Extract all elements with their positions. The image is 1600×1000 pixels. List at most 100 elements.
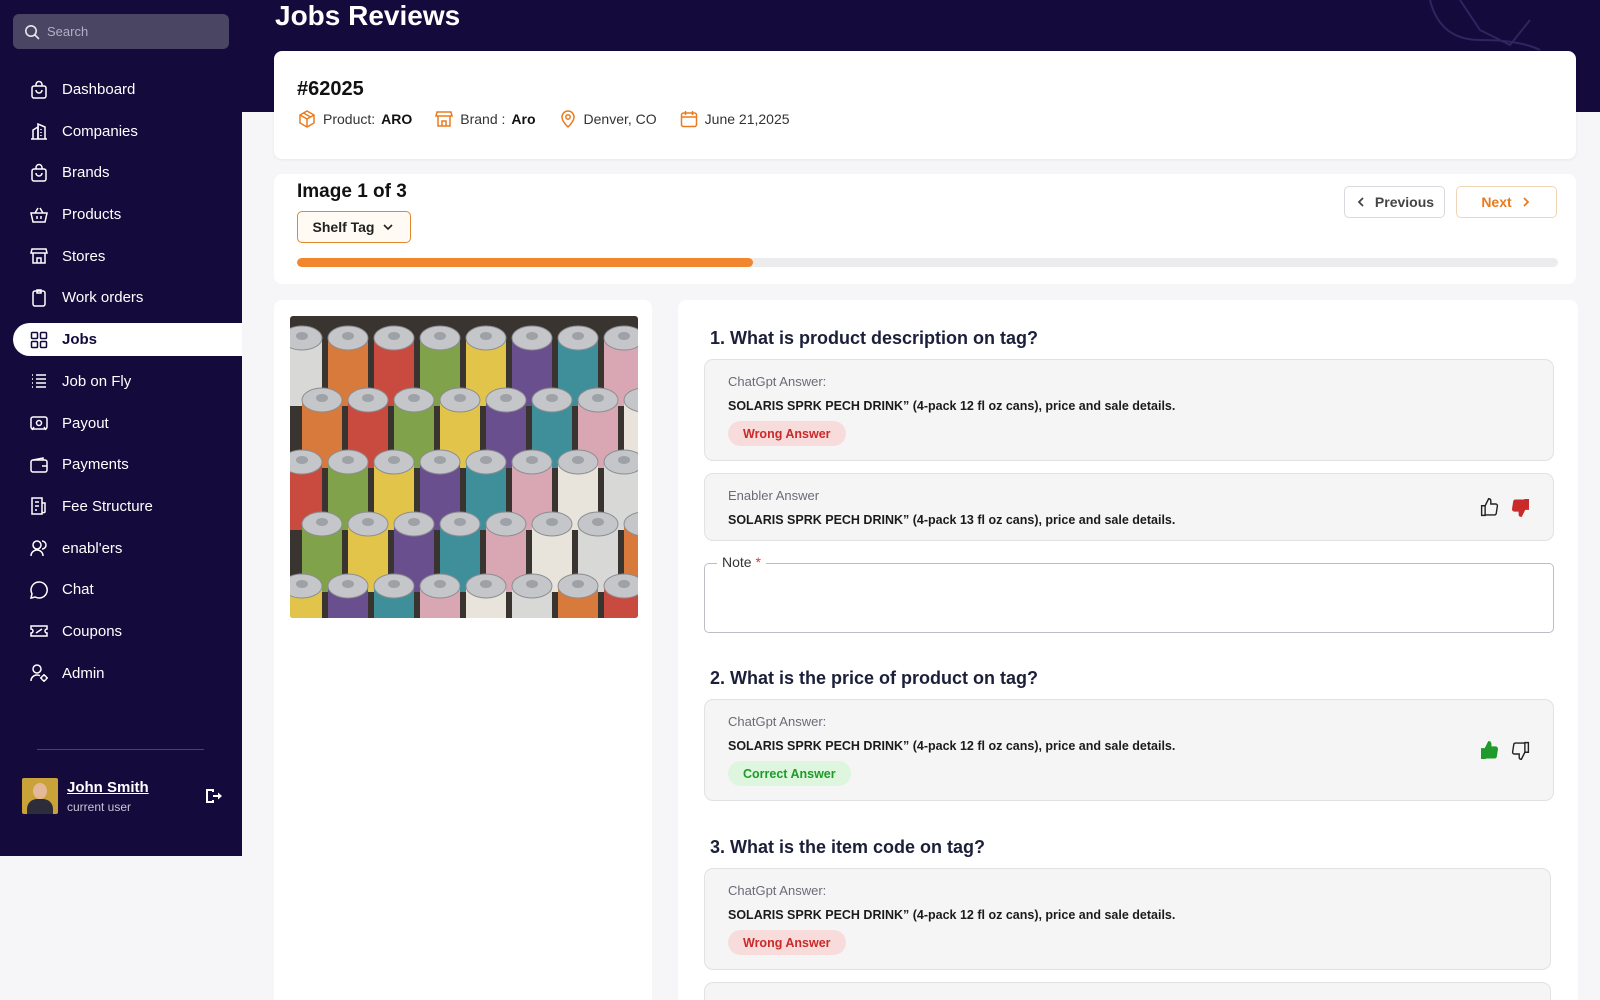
sidebar-item-job-on-fly[interactable]: Job on Fly: [0, 365, 242, 398]
sidebar-item-enablers[interactable]: enabl'ers: [0, 532, 242, 565]
search-box[interactable]: [13, 14, 229, 49]
thumbs-down-icon[interactable]: [1510, 740, 1531, 761]
payout-icon: [29, 413, 49, 433]
brand-meta: Brand : Aro: [434, 109, 536, 129]
chatgpt-answer-label: ChatGpt Answer:: [728, 374, 827, 389]
chatgpt-answer-text: SOLARIS SPRK PECH DRINK” (4-pack 12 fl o…: [728, 739, 1176, 753]
job-id: #62025: [297, 78, 364, 100]
image-count: Image 1 of 3: [297, 181, 407, 202]
note-field[interactable]: Note *: [704, 554, 1554, 633]
next-label: Next: [1481, 194, 1512, 210]
chatgpt-answer-text: SOLARIS SPRK PECH DRINK” (4-pack 12 fl o…: [728, 908, 1176, 922]
sidebar-item-label: Work orders: [62, 289, 144, 307]
question-title: 1. What is product description on tag?: [710, 328, 1039, 348]
coupon-icon: [29, 621, 49, 641]
chevron-left-icon: [1357, 197, 1364, 207]
question-title: 2. What is the price of product on tag?: [710, 668, 1039, 688]
dropdown-value: Shelf Tag: [312, 219, 375, 235]
enabler-answer-text: SOLARIS SPRK PECH DRINK” (4-pack 13 fl o…: [728, 513, 1176, 527]
enabler-answer-box: [704, 982, 1551, 1000]
calendar-icon: [680, 111, 697, 128]
sidebar-item-chat[interactable]: Chat: [0, 573, 242, 606]
list-icon: [29, 371, 49, 391]
sidebar-item-dashboard[interactable]: Dashboard: [0, 73, 242, 106]
bag-icon: [29, 80, 49, 100]
admin-icon: [29, 663, 49, 683]
sidebar-item-label: Jobs: [62, 331, 98, 349]
product-label: Product:: [323, 111, 376, 127]
note-input[interactable]: [715, 578, 1540, 623]
logout-icon[interactable]: [204, 787, 222, 805]
location-text: Denver, CO: [583, 111, 657, 127]
location-meta: Denver, CO: [558, 109, 657, 129]
sidebar-nav: Dashboard Companies Brands Products Stor…: [0, 73, 242, 698]
previous-label: Previous: [1374, 194, 1435, 210]
sidebar-item-brands[interactable]: Brands: [0, 156, 242, 189]
product-photo[interactable]: [290, 316, 638, 618]
box-icon: [299, 110, 315, 128]
enabler-answer-box: Enabler Answer SOLARIS SPRK PECH DRINK” …: [704, 473, 1554, 541]
chatgpt-answer-label: ChatGpt Answer:: [728, 883, 827, 898]
job-meta: Product: ARO Brand : Aro Denver, CO June…: [297, 109, 812, 129]
chatgpt-answer-text: SOLARIS SPRK PECH DRINK” (4-pack 12 fl o…: [728, 399, 1176, 413]
chevron-right-icon: [1523, 197, 1529, 207]
chat-icon: [29, 580, 49, 600]
sidebar-item-label: Fee Structure: [62, 497, 153, 515]
building-icon: [29, 121, 49, 141]
sidebar-item-label: Job on Fly: [62, 372, 132, 390]
location-pin-icon: [560, 110, 575, 129]
date-meta: June 21,2025: [679, 109, 790, 129]
note-label: Note *: [717, 554, 766, 570]
sidebar-item-payments[interactable]: Payments: [0, 448, 242, 481]
date-text: June 21,2025: [704, 111, 790, 127]
sidebar-item-admin[interactable]: Admin: [0, 657, 242, 690]
chatgpt-answer-box: ChatGpt Answer: SOLARIS SPRK PECH DRINK”…: [704, 359, 1554, 461]
thumbs-up-icon[interactable]: [1479, 740, 1500, 761]
sidebar-divider: [37, 749, 204, 750]
sidebar-item-coupons[interactable]: Coupons: [0, 615, 242, 648]
sidebar-item-label: Companies: [62, 122, 138, 140]
sidebar-item-label: Payments: [62, 456, 129, 474]
user-name[interactable]: John Smith: [67, 779, 149, 796]
sidebar-item-label: Stores: [62, 247, 106, 265]
product-value: ARO: [381, 111, 413, 127]
previous-button[interactable]: Previous: [1344, 186, 1445, 218]
basket-icon: [29, 205, 49, 225]
wrong-answer-badge: Wrong Answer: [728, 930, 846, 955]
sidebar-item-stores[interactable]: Stores: [0, 240, 242, 273]
vote-buttons: [1469, 497, 1531, 518]
brand-label: Brand :: [460, 111, 506, 127]
sidebar-item-label: Products: [62, 206, 122, 224]
question-title: 3. What is the item code on tag?: [710, 837, 986, 857]
sidebar-item-label: enabl'ers: [62, 539, 123, 557]
clipboard-icon: [29, 288, 49, 308]
progress-fill: [297, 258, 754, 267]
questions-panel: 1. What is product description on tag? C…: [678, 300, 1578, 1000]
next-button[interactable]: Next: [1456, 186, 1557, 218]
store-icon: [435, 111, 454, 127]
sidebar-item-label: Admin: [62, 664, 105, 682]
wallet-icon: [29, 455, 49, 475]
chevron-down-icon: [383, 224, 394, 231]
sidebar-item-fee-structure[interactable]: Fee Structure: [0, 490, 242, 523]
product-meta: Product: ARO: [297, 109, 412, 129]
image-type-dropdown[interactable]: Shelf Tag: [297, 211, 411, 243]
thumbs-down-icon[interactable]: [1510, 497, 1531, 518]
thumbs-up-icon[interactable]: [1479, 497, 1500, 518]
sidebar-item-products[interactable]: Products: [0, 198, 242, 231]
sidebar-item-label: Dashboard: [62, 81, 136, 98]
sidebar-item-companies[interactable]: Companies: [0, 115, 242, 148]
chatgpt-answer-label: ChatGpt Answer:: [728, 714, 827, 729]
avatar[interactable]: [22, 778, 58, 814]
search-input[interactable]: [47, 24, 217, 39]
sidebar-item-payout[interactable]: Payout: [0, 407, 242, 440]
user-role: current user: [67, 799, 132, 814]
users-icon: [29, 538, 49, 558]
enabler-answer-label: Enabler Answer: [728, 488, 820, 503]
sidebar-item-jobs[interactable]: Jobs: [13, 323, 242, 357]
sidebar-item-work-orders[interactable]: Work orders: [0, 281, 242, 314]
sidebar-item-label: Brands: [62, 164, 110, 182]
receipt-icon: [29, 496, 49, 516]
brand-value: Aro: [511, 111, 536, 127]
sidebar-item-label: Chat: [62, 581, 94, 599]
